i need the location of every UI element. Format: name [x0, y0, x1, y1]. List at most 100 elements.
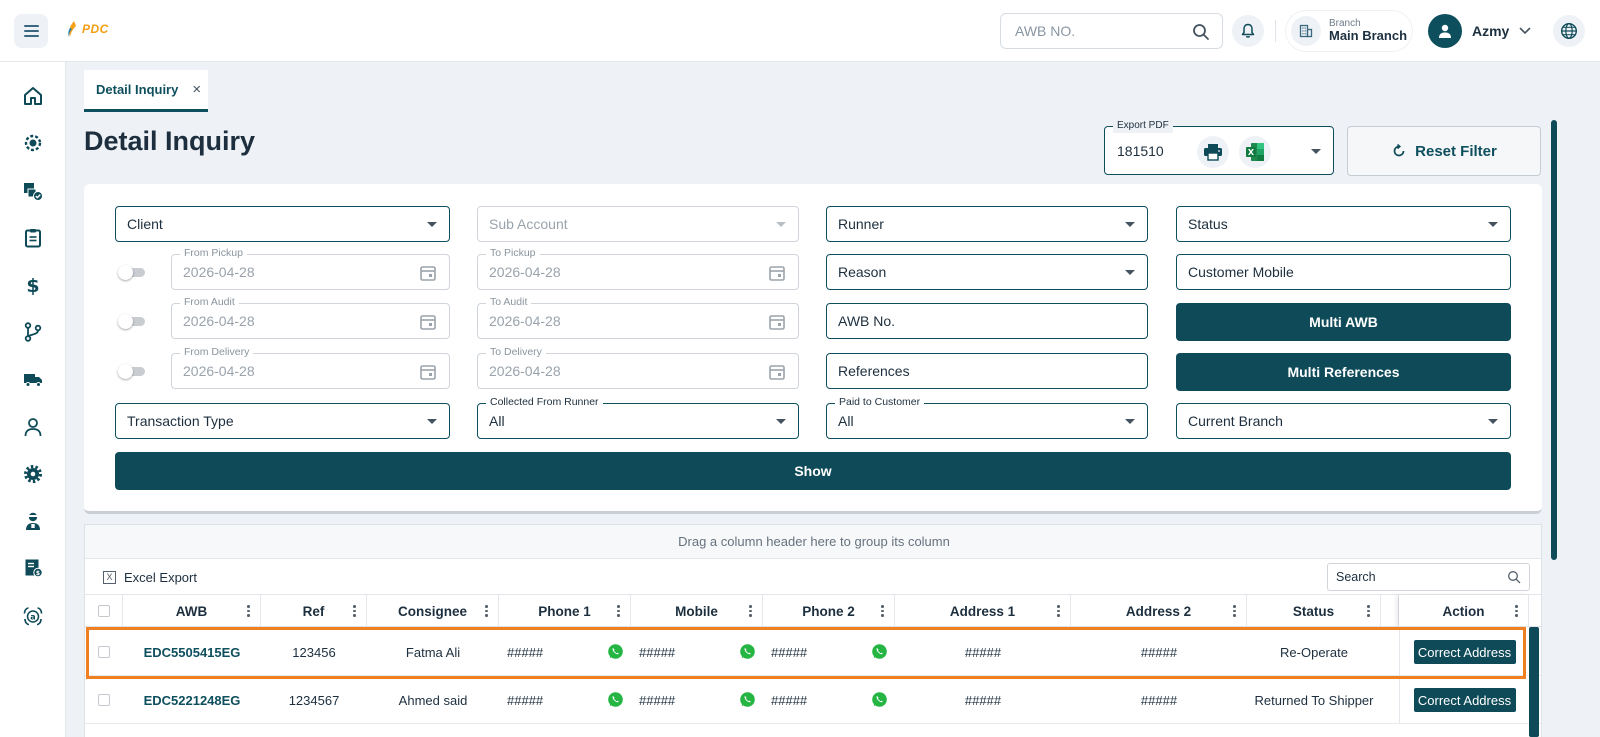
- awb-no-input[interactable]: AWB No.: [826, 303, 1148, 339]
- to-pickup-field[interactable]: To Pickup 2026-04-28: [477, 247, 799, 290]
- multi-references-button[interactable]: Multi References: [1176, 353, 1511, 391]
- current-branch-select[interactable]: Current Branch: [1176, 403, 1511, 439]
- excel-export-button[interactable]: X Excel Export: [103, 570, 197, 585]
- clipboard-icon[interactable]: [19, 224, 47, 252]
- tab-detail-inquiry[interactable]: Detail Inquiry ×: [84, 70, 208, 112]
- correct-address-button[interactable]: Correct Address: [1413, 640, 1516, 664]
- column-header-address2[interactable]: Address 2: [1071, 595, 1247, 627]
- delivery-date-toggle[interactable]: [118, 364, 145, 379]
- calendar-icon[interactable]: [419, 264, 437, 282]
- column-header-address1[interactable]: Address 1: [895, 595, 1071, 627]
- awb-link[interactable]: EDC5505415EG: [123, 628, 261, 676]
- language-button[interactable]: [1553, 15, 1585, 47]
- group-panel[interactable]: Drag a column header here to group its c…: [85, 525, 1541, 559]
- column-header-hidden[interactable]: [1381, 595, 1399, 627]
- settings-icon[interactable]: [19, 460, 47, 488]
- column-header-ref[interactable]: Ref: [261, 595, 367, 627]
- reason-select[interactable]: Reason: [826, 254, 1148, 290]
- reset-filter-button[interactable]: Reset Filter: [1347, 126, 1541, 176]
- hand-money-icon[interactable]: a: [19, 602, 47, 630]
- branch-icon[interactable]: [19, 318, 47, 346]
- column-header-consignee[interactable]: Consignee: [367, 595, 499, 627]
- column-menu-icon[interactable]: [749, 605, 752, 617]
- pickup-date-toggle[interactable]: [118, 265, 145, 280]
- paid-to-customer-select[interactable]: Paid to Customer All: [826, 396, 1148, 439]
- column-header-mobile[interactable]: Mobile: [631, 595, 763, 627]
- calendar-icon[interactable]: [419, 313, 437, 331]
- grid-scrollbar[interactable]: [1529, 627, 1539, 737]
- calendar-icon[interactable]: [419, 363, 437, 381]
- column-menu-icon[interactable]: [247, 605, 250, 617]
- awb-link[interactable]: EDC5221248EG: [123, 676, 261, 724]
- export-pdf-select[interactable]: Export PDF 181510 X: [1104, 119, 1334, 175]
- dollar-icon[interactable]: $: [19, 271, 47, 299]
- column-header-awb[interactable]: AWB: [123, 595, 261, 627]
- page-scrollbar[interactable]: [1548, 112, 1560, 737]
- calendar-icon[interactable]: [768, 313, 786, 331]
- column-menu-icon[interactable]: [353, 605, 356, 617]
- table-row[interactable]: EDC5505415EG 123456 Fatma Ali ##### ####…: [85, 628, 1541, 676]
- select-all-checkbox[interactable]: [97, 605, 110, 617]
- column-menu-icon[interactable]: [1515, 605, 1518, 617]
- whatsapp-icon[interactable]: [607, 643, 624, 660]
- user-menu[interactable]: Azmy: [1428, 14, 1531, 48]
- correct-address-button[interactable]: Correct Address: [1413, 688, 1516, 712]
- menu-icon[interactable]: [14, 14, 48, 48]
- transaction-type-select[interactable]: Transaction Type: [115, 403, 450, 439]
- search-icon[interactable]: [1192, 23, 1210, 41]
- print-icon[interactable]: [1197, 136, 1229, 168]
- customer-mobile-input[interactable]: Customer Mobile: [1176, 254, 1511, 290]
- client-select[interactable]: Client: [115, 206, 450, 242]
- logo[interactable]: PDC: [66, 20, 109, 38]
- column-menu-icon[interactable]: [485, 605, 488, 617]
- row-checkbox[interactable]: [98, 694, 110, 706]
- sub-account-select[interactable]: Sub Account: [477, 206, 799, 242]
- notification-button[interactable]: [1232, 15, 1264, 47]
- show-button[interactable]: Show: [115, 452, 1511, 490]
- whatsapp-icon[interactable]: [607, 691, 624, 708]
- branch-selector[interactable]: Branch Main Branch: [1286, 11, 1412, 51]
- truck-icon[interactable]: [19, 365, 47, 393]
- multi-awb-button[interactable]: Multi AWB: [1176, 303, 1511, 341]
- close-icon[interactable]: ×: [192, 82, 201, 97]
- scrollbar-thumb[interactable]: [1551, 120, 1557, 560]
- runner-select[interactable]: Runner: [826, 206, 1148, 242]
- from-delivery-field[interactable]: From Delivery 2026-04-28: [171, 346, 450, 389]
- search-icon[interactable]: [1507, 570, 1521, 584]
- whatsapp-icon[interactable]: [739, 691, 756, 708]
- invoice-icon[interactable]: $: [19, 554, 47, 582]
- to-delivery-field[interactable]: To Delivery 2026-04-28: [477, 346, 799, 389]
- column-menu-icon[interactable]: [1057, 605, 1060, 617]
- whatsapp-icon[interactable]: [871, 691, 888, 708]
- dashboard-gear-icon[interactable]: [19, 129, 47, 157]
- row-checkbox[interactable]: [98, 646, 110, 658]
- column-menu-icon[interactable]: [881, 605, 884, 617]
- awb-search-input[interactable]: [1015, 23, 1175, 39]
- excel-icon[interactable]: X: [1239, 136, 1271, 168]
- column-header-phone2[interactable]: Phone 2: [763, 595, 895, 627]
- column-menu-icon[interactable]: [1233, 605, 1236, 617]
- column-menu-icon[interactable]: [617, 605, 620, 617]
- user-icon[interactable]: [19, 413, 47, 441]
- table-row[interactable]: EDC5221248EG 1234567 Ahmed said ##### ##…: [85, 676, 1541, 724]
- agent-icon[interactable]: [19, 507, 47, 535]
- column-header-status[interactable]: Status: [1247, 595, 1381, 627]
- to-audit-field[interactable]: To Audit 2026-04-28: [477, 296, 799, 339]
- home-icon[interactable]: [19, 82, 47, 110]
- audit-date-toggle[interactable]: [118, 314, 145, 329]
- boxes-check-icon[interactable]: [19, 177, 47, 205]
- from-pickup-field[interactable]: From Pickup 2026-04-28: [171, 247, 450, 290]
- status-select[interactable]: Status: [1176, 206, 1511, 242]
- column-header-phone1[interactable]: Phone 1: [499, 595, 631, 627]
- calendar-icon[interactable]: [768, 363, 786, 381]
- references-input[interactable]: References: [826, 353, 1148, 389]
- grid-search-input[interactable]: [1336, 570, 1496, 584]
- whatsapp-icon[interactable]: [871, 643, 888, 660]
- collected-from-runner-select[interactable]: Collected From Runner All: [477, 396, 799, 439]
- whatsapp-icon[interactable]: [739, 643, 756, 660]
- calendar-icon[interactable]: [768, 264, 786, 282]
- chevron-down-icon[interactable]: [1311, 149, 1321, 154]
- column-menu-icon[interactable]: [1367, 605, 1370, 617]
- from-audit-field[interactable]: From Audit 2026-04-28: [171, 296, 450, 339]
- column-header-action[interactable]: Action: [1399, 595, 1529, 627]
